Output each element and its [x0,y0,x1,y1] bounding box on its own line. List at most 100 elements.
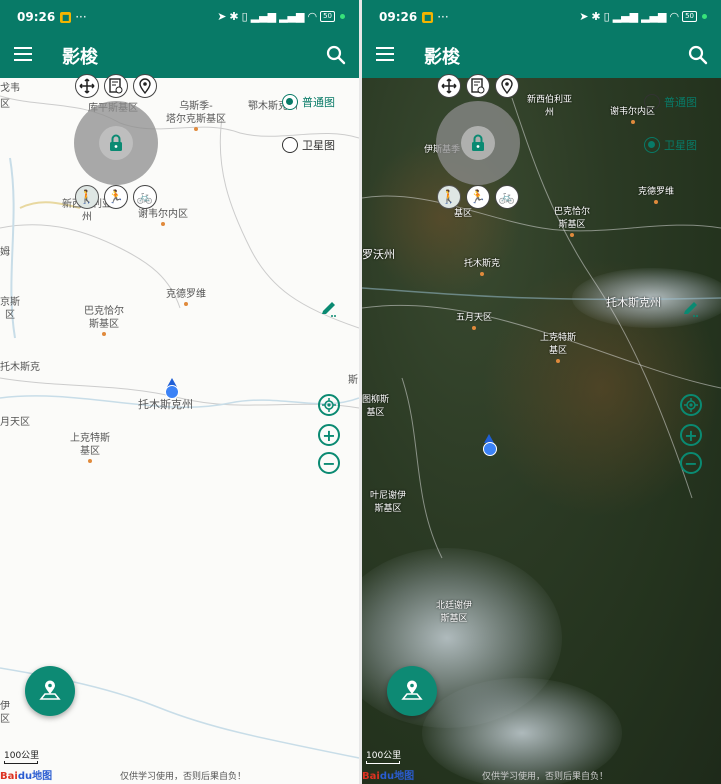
place-label: 姆 [0,246,10,259]
walk-mode-button[interactable]: 🚶 [437,185,461,209]
place-name: 上克特斯 [540,333,577,343]
baidu-map: 地图 [32,771,53,782]
signal-icon: ▂▄▆ [250,10,277,23]
baidu-du: du [17,771,33,782]
normal-map-screen: 09:26 ■ ··· ➤ ✱ ▯ ▂▄▆ ▂▄▆ ◠ 50 影梭 戈韦 区 乌… [0,0,359,784]
search-icon[interactable] [688,45,708,65]
place-label: 上克特斯 基区 [70,432,110,463]
place-label: 京斯区 [0,296,20,322]
map-canvas[interactable]: 戈韦 区 库平斯基区 乌斯季-塔尔克斯基区 鄂木斯克州 新西伯利亚州 谢韦尔内区… [0,74,359,784]
place-name: 巴克恰尔 [84,306,124,317]
place-label: 叶尼谢伊 斯基区 [370,490,406,516]
radio-normal[interactable] [644,94,660,110]
place-name: 京斯 [0,297,20,308]
menu-icon[interactable] [14,47,32,61]
place-name: 基区 [454,209,473,219]
bike-mode-button[interactable]: 🚲 [495,185,519,209]
place-name: 克德罗维 [166,289,206,300]
search-icon[interactable] [326,45,346,65]
status-icons: ➤ ✱ ▯ ▂▄▆ ▂▄▆ ◠ 50 [579,10,707,23]
place-label: 伊区 [0,700,10,726]
bike-icon: 🚲 [498,189,516,205]
walk-mode-button[interactable]: 🚶 [75,185,99,209]
place-label: 谢韦尔内区 [138,208,188,226]
radio-satellite[interactable] [282,137,298,153]
lock-joystick[interactable] [436,101,520,185]
place-sub: 州 [545,108,555,118]
menu-icon[interactable] [376,47,394,61]
status-icons: ➤ ✱ ▯ ▂▄▆ ▂▄▆ ◠ 50 [217,10,345,23]
move-arrows-icon [441,78,457,94]
zoom-out-button[interactable]: − [680,452,702,474]
signal-icon-2: ▂▄▆ [279,10,305,23]
map-type-satellite-option[interactable]: 卫星图 [644,137,697,153]
place-name: 克德罗维 [638,187,675,197]
place-label: 戈韦 [0,82,20,95]
pencil-edit-icon[interactable] [682,300,700,318]
place-sub: 基区 [549,346,568,356]
location-pin-icon [139,78,151,94]
satellite-map-canvas[interactable]: 新西伯利亚州 谢韦尔内区 伊斯基季 基区 巴克恰尔斯基区 克德罗维 罗沃州 托木… [362,74,721,784]
radio-normal-label: 普通图 [664,96,697,109]
locate-me-button[interactable] [680,394,702,416]
map-type-normal-option[interactable]: 普通图 [282,94,335,110]
status-dots: ··· [437,10,449,24]
zoom-in-button[interactable]: + [318,424,340,446]
go-location-fab[interactable] [25,666,75,716]
place-sub: 区 [5,310,15,321]
place-name: 区 [0,99,10,110]
scale-bar [366,761,400,764]
place-sub: 塔尔克斯基区 [166,114,226,125]
history-tool-button[interactable] [466,74,490,98]
map-type-normal-option[interactable]: 普通图 [644,94,697,110]
app-bar: 影梭 [0,34,359,78]
baidu-logo: Baidu地图 [0,767,52,782]
disclaimer-text: 仅供学习使用，否则后果自负！ [120,772,247,782]
location-pin-tool-button[interactable] [495,74,519,98]
place-name: 姆 [0,247,10,258]
go-location-fab[interactable] [387,666,437,716]
place-name: 斯 [348,375,358,386]
place-name: 托木斯克州 [138,398,193,411]
map-scale: 100公里 [366,748,401,764]
place-label: 月天区 [0,416,30,429]
place-label: 五月天区 [456,312,492,330]
run-mode-button[interactable]: 🏃 [104,185,128,209]
place-label: 图柳斯 基区 [362,394,389,420]
bike-icon: 🚲 [136,189,154,205]
place-sub: 州 [82,212,92,223]
battery-icon: 50 [320,11,335,22]
app-title: 影梭 [62,47,98,68]
history-tool-button[interactable] [104,74,128,98]
location-status-icon: ➤ [217,10,227,23]
plus-icon: + [684,425,698,445]
radio-satellite[interactable] [644,137,660,153]
status-dots: ··· [75,10,87,24]
bike-mode-button[interactable]: 🚲 [133,185,157,209]
place-label: 巴克恰尔 斯基区 [554,206,590,237]
location-status-icon: ➤ [579,10,589,23]
place-label: 托木斯克州 [606,296,661,309]
map-type-satellite-option[interactable]: 卫星图 [282,137,335,153]
move-tool-button[interactable] [437,74,461,98]
baidu-du: du [379,771,395,782]
zoom-out-button[interactable]: − [318,452,340,474]
place-sub: 斯基区 [374,504,402,514]
lock-joystick[interactable] [74,101,158,185]
locate-me-button[interactable] [318,394,340,416]
run-mode-button[interactable]: 🏃 [466,185,490,209]
place-sub: 区 [0,714,10,725]
pencil-edit-icon[interactable] [320,300,338,318]
move-tool-button[interactable] [75,74,99,98]
lock-icon-wrap[interactable] [99,126,133,160]
zoom-in-button[interactable]: + [680,424,702,446]
lock-icon-wrap[interactable] [461,126,495,160]
walk-icon: 🚶 [440,189,458,205]
place-label: 克德罗维 [638,186,674,204]
radio-normal[interactable] [282,94,298,110]
status-bar: 09:26 ■ ··· ➤ ✱ ▯ ▂▄▆ ▂▄▆ ◠ 50 [0,0,359,34]
place-label: 克德罗维 [166,288,206,306]
place-name: 托木斯克州 [606,296,661,309]
location-pin-tool-button[interactable] [133,74,157,98]
radio-normal-label: 普通图 [302,96,335,109]
